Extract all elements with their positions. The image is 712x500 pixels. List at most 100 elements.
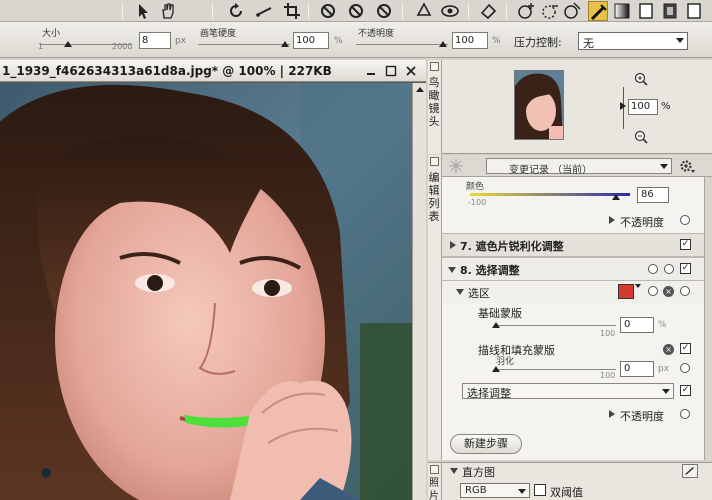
zoom-in-icon[interactable] [634,72,648,86]
navigator-side-tab[interactable]: 鸟瞰镜头 [428,60,442,154]
chevron-down-icon [676,38,684,43]
mask-color-swatch[interactable] [618,284,634,299]
history-step-7[interactable]: 7. 遮色片锐利化调整 ✓ [442,233,704,257]
hardness-unit: % [334,36,343,46]
hardness-slider-track[interactable] [198,44,290,45]
fill-tool-icon[interactable] [636,1,656,21]
redeye-tool-icon[interactable] [318,1,338,21]
crop-tool-icon[interactable] [282,1,302,21]
opacity-row: 不透明度 [442,209,704,233]
selection-subtract-icon[interactable] [540,1,560,21]
photo-side-tab[interactable]: 照片 [428,463,442,500]
straighten-tool-icon[interactable] [254,1,274,21]
color-slider-track[interactable] [470,193,630,196]
base-mask-label: 基础蒙版 [478,307,522,320]
edit-list-side-tab[interactable]: 编辑列表 [428,155,442,460]
hardness-input[interactable]: 100 [293,32,329,49]
toolbar-separator [212,2,213,20]
select-adjust-dropdown[interactable]: 选择调整 [462,383,674,400]
stroke-fill-mask-label: 描线和填充蒙版 [478,344,555,357]
panel-grip-icon[interactable] [430,465,439,474]
step-7-checkbox[interactable]: ✓ [680,239,691,250]
expand-arrow-icon[interactable] [609,410,615,418]
select-adjust-checkbox[interactable]: ✓ [680,385,691,396]
gradient-tool-icon[interactable] [612,1,632,21]
close-icon[interactable] [404,64,418,78]
clone-tool-icon[interactable] [374,1,394,21]
maximize-icon[interactable] [384,64,398,78]
chevron-down-icon[interactable] [635,284,641,288]
zoom-slider-thumb[interactable] [620,102,626,110]
step-8-delete-icon[interactable] [664,264,674,274]
new-step-button[interactable]: 新建步骤 [450,434,522,454]
selection-add-icon[interactable] [516,1,536,21]
spot-heal-tool-icon[interactable] [346,1,366,21]
hardness-slider-thumb[interactable] [281,41,289,47]
color-value-input[interactable]: 86 [637,187,669,203]
history-state-select[interactable]: 变更记录 （当前） [486,158,672,176]
panel-grip-icon[interactable] [430,62,439,71]
opacity-slider-thumb[interactable] [439,41,447,47]
navigator-thumbnail[interactable] [514,70,564,140]
scroll-up-icon[interactable] [413,83,427,97]
minimize-icon[interactable] [364,64,378,78]
invert-mask-icon[interactable] [684,1,704,21]
collapse-arrow-icon[interactable] [448,267,456,273]
base-mask-slider-track[interactable] [496,325,616,326]
pressure-select[interactable]: 无 [578,32,688,50]
selection-reset-icon[interactable] [648,286,658,296]
navigator-panel: 100 % [442,60,712,154]
eye-tool-icon[interactable] [440,1,460,21]
edit-list-scrollbar[interactable] [704,177,712,460]
stroke-mask-delete-icon[interactable]: × [663,344,674,355]
feather-input[interactable]: 0 [620,361,654,377]
mask-tool-icon[interactable] [660,1,680,21]
zoom-input[interactable]: 100 [628,99,658,115]
selection-delete-icon[interactable]: × [663,286,674,297]
step-8-reset-icon[interactable] [648,264,658,274]
zoom-out-icon[interactable] [634,130,648,144]
photo-canvas[interactable] [0,83,412,500]
history-step-8[interactable]: 8. 选择调整 ✓ [442,257,704,281]
expand-arrow-icon[interactable] [450,241,456,249]
stroke-mask-checkbox[interactable]: ✓ [680,343,691,354]
step-8-checkbox[interactable]: ✓ [680,263,691,274]
rotate-tool-icon[interactable] [226,1,246,21]
base-mask-slider-thumb[interactable] [492,322,500,328]
threshold-checkbox[interactable] [534,484,546,496]
histogram-title: 直方图 [462,466,495,479]
color-adjust-row: 颜色 -100 86 [442,177,704,209]
document-window: 1_1939_f462634313a61d8a.jpg* @ 100% | 22… [0,60,426,500]
collapse-arrow-icon[interactable] [456,289,464,295]
feather-slider-thumb[interactable] [492,366,500,372]
base-mask-row: 基础蒙版 100 0 % [442,303,704,341]
channel-select[interactable]: RGB [460,483,530,498]
hand-tool-icon[interactable] [158,1,178,21]
selection-label: 选区 [468,287,490,300]
opacity-toggle-2[interactable] [680,409,690,419]
vertical-scrollbar[interactable] [412,83,426,500]
gear-icon[interactable] [678,158,696,174]
opacity-toggle[interactable] [680,215,690,225]
size-input[interactable]: 8 [139,32,171,49]
histogram-options-icon[interactable] [682,464,698,478]
feather-slider-track[interactable] [496,369,616,370]
navigator-thumbnail-image [515,71,563,139]
color-slider-thumb[interactable] [612,194,620,200]
selection-intersect-icon[interactable] [562,1,582,21]
selection-toggle[interactable] [680,286,690,296]
eraser-tool-icon[interactable] [478,1,498,21]
opacity-slider-track[interactable] [356,44,448,45]
selection-brush-icon[interactable] [588,1,608,21]
size-slider-thumb[interactable] [64,41,72,47]
panel-grip-icon[interactable] [430,157,439,166]
history-state-value: 变更记录 （当前） [509,165,593,176]
collapse-arrow-icon[interactable] [450,468,458,474]
recycle-tool-icon[interactable] [414,1,434,21]
feather-toggle[interactable] [680,363,690,373]
base-mask-input[interactable]: 0 [620,317,654,333]
opacity-input[interactable]: 100 [452,32,488,49]
pointer-tool-icon[interactable] [134,1,154,21]
expand-arrow-icon[interactable] [609,216,615,224]
edit-list-panel: 变更记录 （当前） 颜色 -100 86 不透明度 7. 遮色片锐利化调整 ✓ … [442,155,712,460]
